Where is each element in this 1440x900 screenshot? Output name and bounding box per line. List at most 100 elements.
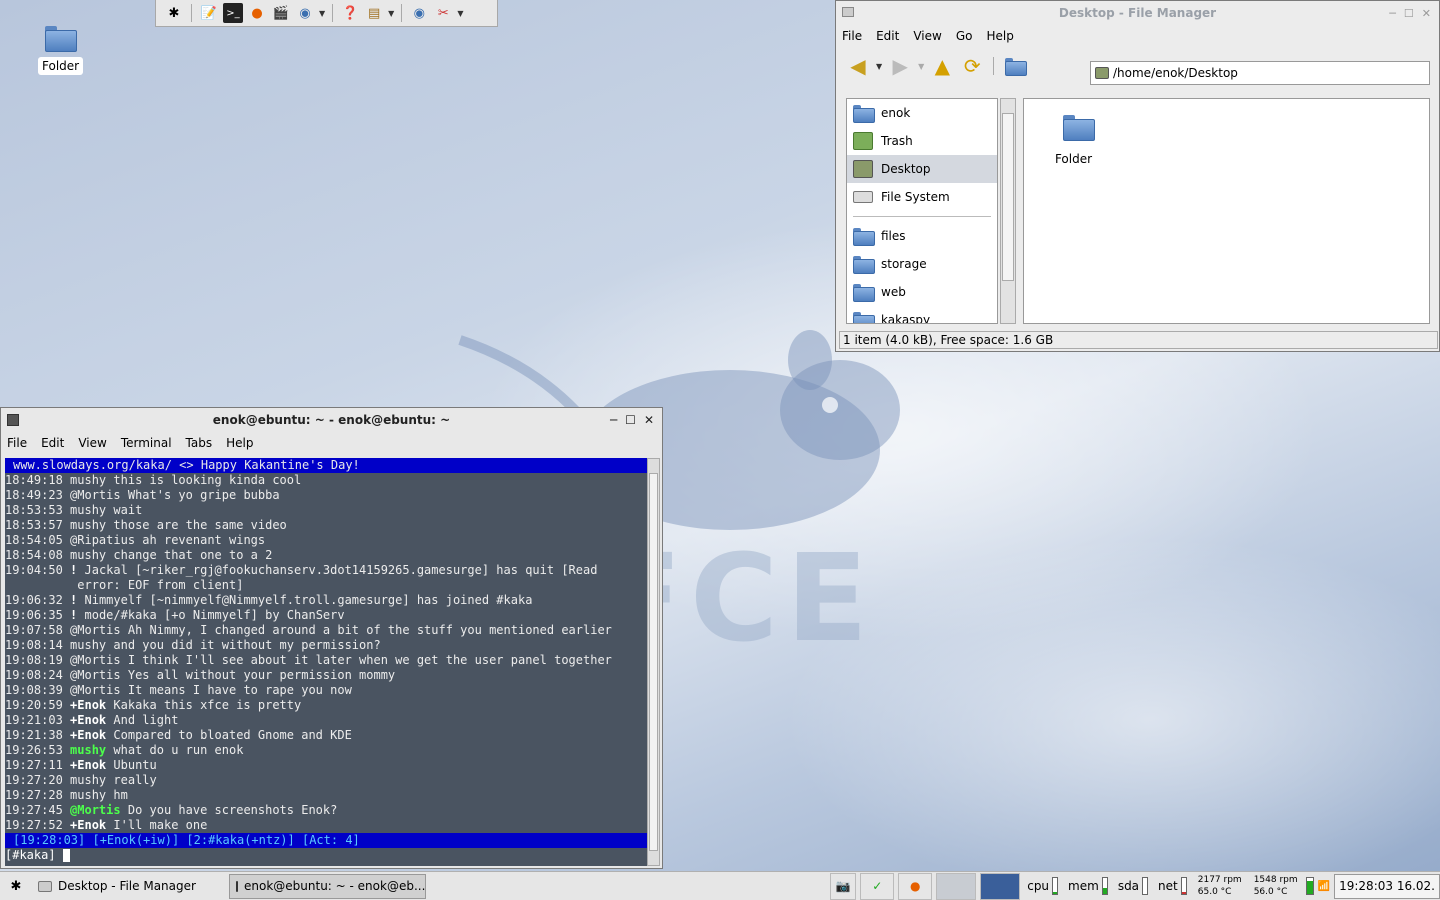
- menu-help[interactable]: Help: [986, 29, 1013, 43]
- sensor-2: 1548 rpm 56.0 °C: [1253, 875, 1298, 897]
- window-title: enok@ebuntu: ~ - enok@ebuntu: ~: [212, 413, 451, 427]
- terminal-titlebar[interactable]: enok@ebuntu: ~ - enok@ebuntu: ~ ─ ☐ ✕: [1, 408, 662, 432]
- terminal-icon[interactable]: >_: [223, 3, 243, 23]
- clock[interactable]: 19:28:03 16.02.: [1334, 873, 1440, 899]
- irc-line: 18:53:53 mushy wait: [5, 503, 647, 518]
- file-manager-titlebar[interactable]: Desktop - File Manager ─ ☐ ✕: [836, 1, 1439, 25]
- bookmark-files[interactable]: files: [847, 222, 997, 250]
- launcher-panel: ✱ 📝 >_ ● 🎬 ◉ ▼ ❓ ▤ ▼ ◉ ✂ ▼: [155, 0, 498, 27]
- help-icon[interactable]: ❓: [340, 3, 360, 23]
- bookmark-storage[interactable]: storage: [847, 250, 997, 278]
- window-menu-icon[interactable]: [7, 414, 19, 426]
- irc-line: 18:53:57 mushy those are the same video: [5, 518, 647, 533]
- close-icon[interactable]: ✕: [1422, 7, 1431, 20]
- menu-terminal[interactable]: Terminal: [121, 436, 172, 450]
- camera-icon[interactable]: 📷: [830, 872, 857, 900]
- message: what do u run enok: [113, 743, 244, 757]
- location-bar[interactable]: /home/enok/Desktop: [1090, 61, 1430, 85]
- back-arrow-icon[interactable]: ◀: [846, 54, 870, 78]
- timestamp: 19:08:24: [5, 668, 63, 682]
- chevron-down-icon[interactable]: ▼: [319, 9, 325, 18]
- separator: [993, 57, 995, 75]
- nick: @Mortis: [70, 488, 121, 502]
- network-icon[interactable]: 📶: [1318, 881, 1330, 892]
- menu-edit[interactable]: Edit: [876, 29, 899, 43]
- web-icon[interactable]: ◉: [409, 3, 429, 23]
- browser-icon[interactable]: ◉: [295, 3, 315, 23]
- terminal-output[interactable]: www.slowdays.org/kaka/ <> Happy Kakantin…: [5, 458, 647, 866]
- back-history-dropdown[interactable]: ▼: [876, 62, 882, 71]
- desktop-folder-label: Folder: [38, 57, 84, 75]
- minimize-icon[interactable]: ─: [610, 413, 617, 427]
- menu-file[interactable]: File: [7, 436, 27, 450]
- forward-history-dropdown[interactable]: ▼: [918, 62, 924, 71]
- menu-help[interactable]: Help: [226, 436, 253, 450]
- place-filesystem[interactable]: File System: [847, 183, 997, 211]
- maximize-icon[interactable]: ☐: [1404, 7, 1414, 20]
- system-tray: 📷 ✓ ● cpu mem sda net 2177 rpm 65.0 °C 15…: [830, 872, 1440, 900]
- irc-input[interactable]: [#kaka]: [5, 848, 647, 863]
- terminal-scrollbar[interactable]: [647, 458, 660, 866]
- reload-icon[interactable]: ⟳: [960, 54, 984, 78]
- up-arrow-icon[interactable]: ▲: [930, 54, 954, 78]
- menu-file[interactable]: File: [842, 29, 862, 43]
- side-pane-scrollbar[interactable]: [1000, 98, 1016, 324]
- mem-bar: [1101, 877, 1108, 895]
- place-enok[interactable]: enok: [847, 99, 997, 127]
- menu-edit[interactable]: Edit: [41, 436, 64, 450]
- irc-line: 18:54:05 @Ripatius ah revenant wings: [5, 533, 647, 548]
- workspace-1[interactable]: [936, 872, 977, 900]
- bookmark-web[interactable]: web: [847, 278, 997, 306]
- xfce-menu-icon[interactable]: ✱: [6, 876, 26, 896]
- chevron-down-icon[interactable]: ▼: [388, 9, 394, 18]
- close-icon[interactable]: ✕: [644, 413, 654, 427]
- menubar: File Edit View Go Help: [836, 25, 1439, 47]
- desktop-folder-icon[interactable]: Folder: [38, 26, 84, 75]
- task-file-manager[interactable]: Desktop - File Manager: [32, 874, 229, 899]
- chevron-down-icon[interactable]: ▼: [457, 9, 463, 18]
- irc-line: 19:04:50 ! Jackal [~riker_rgj@fookuchans…: [5, 563, 647, 578]
- timestamp: 19:07:58: [5, 623, 63, 637]
- nick: @Mortis: [70, 653, 121, 667]
- separator: [401, 4, 403, 22]
- desktop-icon: [853, 160, 873, 178]
- scrollbar-thumb[interactable]: [649, 473, 658, 851]
- nick: mushy: [70, 743, 107, 757]
- drive-icon: [853, 191, 873, 203]
- irc-line: 19:20:59 +Enok Kakaka this xfce is prett…: [5, 698, 647, 713]
- net-monitor: net: [1155, 877, 1190, 895]
- place-trash[interactable]: Trash: [847, 127, 997, 155]
- maximize-icon[interactable]: ☐: [625, 413, 636, 427]
- menu-view[interactable]: View: [78, 436, 106, 450]
- folder-icon: [853, 312, 875, 323]
- home-folder-icon[interactable]: [1003, 54, 1028, 78]
- firefox-icon[interactable]: ●: [898, 872, 933, 900]
- tray-app-icon[interactable]: ✓: [860, 872, 895, 900]
- scrollbar-thumb[interactable]: [1002, 113, 1014, 281]
- irc-chat-log: 18:49:18 mushy this is looking kinda coo…: [5, 473, 647, 833]
- settings-icon[interactable]: ✂: [433, 3, 453, 23]
- minimize-icon[interactable]: ─: [1389, 7, 1396, 20]
- task-terminal[interactable]: enok@ebuntu: ~ - enok@eb...: [229, 873, 426, 899]
- menu-go[interactable]: Go: [956, 29, 973, 43]
- nick: +Enok: [70, 758, 107, 772]
- nick: mushy: [70, 518, 107, 532]
- notes-icon[interactable]: ▤: [364, 3, 384, 23]
- menu-tabs[interactable]: Tabs: [186, 436, 213, 450]
- xfce-menu-icon[interactable]: ✱: [164, 3, 184, 23]
- menu-view[interactable]: View: [913, 29, 941, 43]
- workspace-2[interactable]: [980, 872, 1021, 900]
- timestamp: 19:20:59: [5, 698, 63, 712]
- text-editor-icon[interactable]: 📝: [199, 3, 219, 23]
- firefox-icon[interactable]: ●: [247, 3, 267, 23]
- nick: !: [70, 608, 78, 622]
- window-menu-icon[interactable]: [842, 7, 854, 17]
- media-icon[interactable]: 🎬: [271, 3, 291, 23]
- file-item[interactable]: Folder: [1055, 115, 1095, 166]
- terminal-icon: [236, 880, 238, 892]
- place-desktop[interactable]: Desktop: [847, 155, 997, 183]
- bookmark-kakaspy[interactable]: kakaspy: [847, 306, 997, 323]
- message: those are the same video: [113, 518, 287, 532]
- irc-line: 19:21:03 +Enok And light: [5, 713, 647, 728]
- forward-arrow-icon[interactable]: ▶: [888, 54, 912, 78]
